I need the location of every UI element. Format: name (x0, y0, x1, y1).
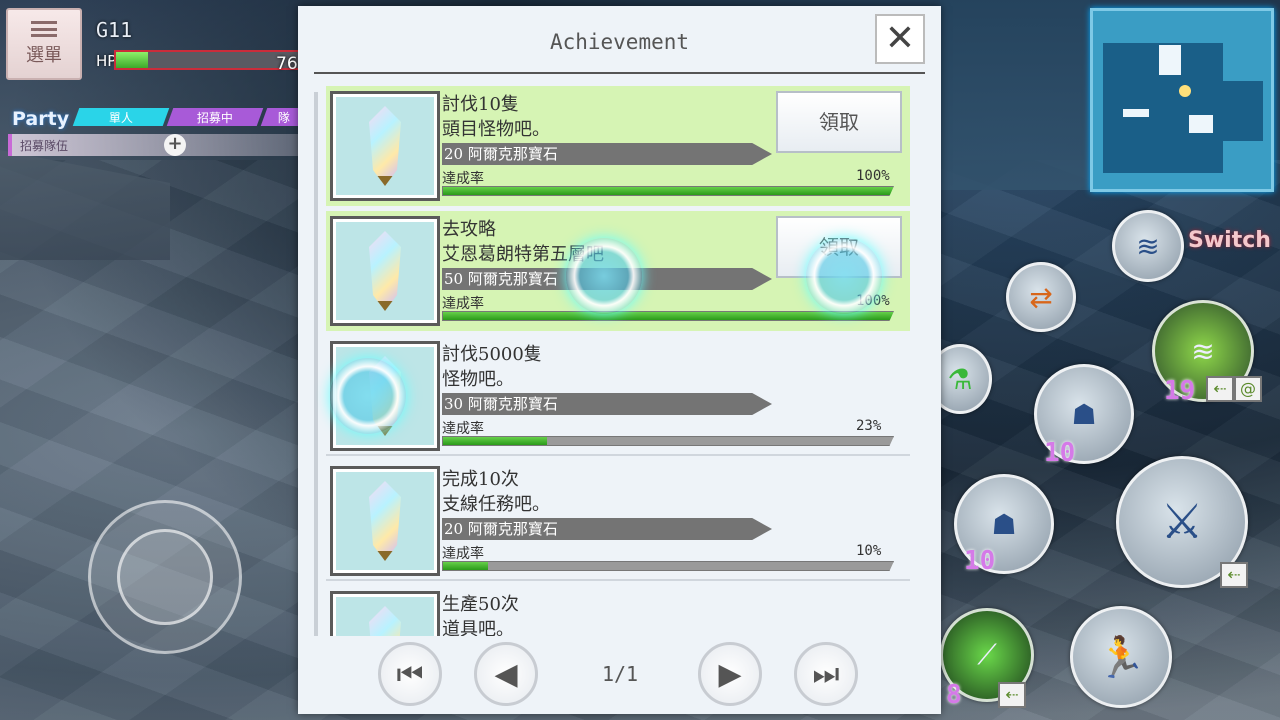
crystal-icon (369, 606, 401, 636)
close-icon: ✕ (884, 18, 916, 59)
reward-icon-frame (330, 591, 440, 636)
last-page-button[interactable]: ⏭ (794, 642, 858, 706)
minimap-room (1223, 81, 1263, 141)
party-tab-solo[interactable]: 單人 (72, 108, 170, 126)
achievement-item: 完成10次 支線任務吧。 20 阿爾克那寶石 達成率 10% (326, 461, 910, 581)
movement-joystick[interactable] (88, 500, 242, 654)
touch-effect (566, 238, 642, 314)
skill-tag: ⇠ (1206, 376, 1234, 402)
reward-label: 30 阿爾克那寶石 (442, 393, 772, 415)
rate-value: 100% (856, 168, 890, 184)
rate-label: 達成率 (442, 171, 484, 187)
crystal-icon (369, 231, 401, 311)
achievement-title: 生產50次 道具吧。 (442, 594, 519, 636)
rate-label: 達成率 (442, 296, 484, 312)
swap-icon: ⇄ (1029, 280, 1053, 314)
claim-button[interactable]: 領取 (776, 91, 902, 153)
progress-bar (442, 311, 894, 321)
prev-icon: ◀ (494, 656, 518, 692)
progress-bar (442, 186, 894, 196)
skill-tag: ⇠ (998, 682, 1026, 708)
achievement-item: 生產50次 道具吧。 (326, 586, 910, 636)
sprint-button[interactable]: 🏃 (1070, 606, 1172, 708)
rate-value: 10% (856, 543, 882, 559)
rate-label: 達成率 (442, 421, 484, 437)
minimap[interactable] (1090, 8, 1274, 192)
achievement-title: 討伐5000隻 怪物吧。 (442, 344, 542, 390)
switch-label: Switch (1188, 228, 1271, 253)
slash-icon: ≋ (1191, 334, 1215, 368)
minimap-building (1159, 45, 1181, 75)
slash-icon: ⟋ (977, 638, 997, 671)
skill-cooldown: 10 (964, 546, 996, 576)
progress-fill (443, 437, 547, 445)
player-name: G11 (96, 18, 133, 42)
crystal-icon (369, 106, 401, 186)
add-party-button[interactable]: + (164, 134, 186, 156)
page-indicator: 1/1 (601, 662, 639, 686)
touch-effect (806, 238, 882, 314)
progress-bar (442, 436, 894, 446)
party-label: Party (12, 108, 70, 130)
claw-icon: ≋ (1136, 229, 1160, 263)
aura-icon: ☗ (1071, 397, 1097, 431)
game-world-tower (940, 0, 1090, 190)
recruit-party-row[interactable]: 招募隊伍 (8, 134, 298, 156)
prev-page-button[interactable]: ◀ (474, 642, 538, 706)
hp-bar-fill (116, 52, 148, 68)
running-icon: 🏃 (1096, 634, 1146, 681)
party-tab-recruiting[interactable]: 招募中 (166, 108, 264, 126)
menu-button[interactable]: 選單 (6, 8, 82, 80)
progress-bar (442, 561, 894, 571)
rate-label: 達成率 (442, 546, 484, 562)
next-page-button[interactable]: ▶ (698, 642, 762, 706)
potion-icon: ⚗ (947, 362, 973, 396)
achievement-title: 討伐10隻 頭目怪物吧。 (442, 94, 550, 140)
skill-tag: ⇠ (1220, 562, 1248, 588)
next-icon: ▶ (718, 656, 742, 692)
minimap-building (1189, 115, 1213, 133)
first-page-button[interactable]: ⏮ (378, 642, 442, 706)
close-button[interactable]: ✕ (875, 14, 925, 64)
weapon-swap-button[interactable]: ⇄ (1006, 262, 1076, 332)
first-page-icon: ⏮ (396, 656, 424, 692)
hamburger-icon (31, 21, 57, 37)
reward-icon-frame (330, 91, 440, 201)
progress-fill (443, 312, 893, 320)
achievement-item: 討伐5000隻 怪物吧。 30 阿爾克那寶石 達成率 23% (326, 336, 910, 456)
reward-icon-frame (330, 216, 440, 326)
scrollbar[interactable] (314, 92, 318, 636)
touch-effect (330, 358, 406, 434)
crystal-icon (369, 481, 401, 561)
achievement-panel: Achievement ✕ 討伐10隻 頭目怪物吧。 領取 20 阿爾克那寶石 … (298, 6, 941, 714)
progress-fill (443, 187, 893, 195)
skill-tag: @ (1234, 376, 1262, 402)
minimap-building (1123, 109, 1149, 117)
sword-icon: ⚔ (1160, 494, 1204, 550)
hp-value: 76 (276, 54, 298, 74)
achievement-list: 討伐10隻 頭目怪物吧。 領取 20 阿爾克那寶石 達成率 100% 去攻略 艾… (326, 86, 912, 636)
panel-title: Achievement (549, 30, 690, 54)
switch-skill-button[interactable]: ≋ (1112, 210, 1184, 282)
achievement-title: 完成10次 支線任務吧。 (442, 469, 550, 515)
reward-label: 20 阿爾克那寶石 (442, 518, 772, 540)
skill-cooldown: 10 (1044, 438, 1076, 468)
achievement-item: 討伐10隻 頭目怪物吧。 領取 20 阿爾克那寶石 達成率 100% (326, 86, 910, 206)
skill-cooldown: 19 (1164, 376, 1196, 406)
last-page-icon: ⏭ (812, 656, 840, 692)
meditate-icon: ☗ (991, 507, 1017, 541)
reward-label: 20 阿爾克那寶石 (442, 143, 772, 165)
skill-cooldown: 8 (946, 680, 962, 710)
divider (314, 72, 925, 74)
reward-icon-frame (330, 466, 440, 576)
joystick-knob[interactable] (117, 529, 213, 625)
player-marker-icon (1179, 85, 1191, 97)
rate-value: 23% (856, 418, 882, 434)
menu-label: 選單 (26, 45, 62, 66)
progress-fill (443, 562, 488, 570)
